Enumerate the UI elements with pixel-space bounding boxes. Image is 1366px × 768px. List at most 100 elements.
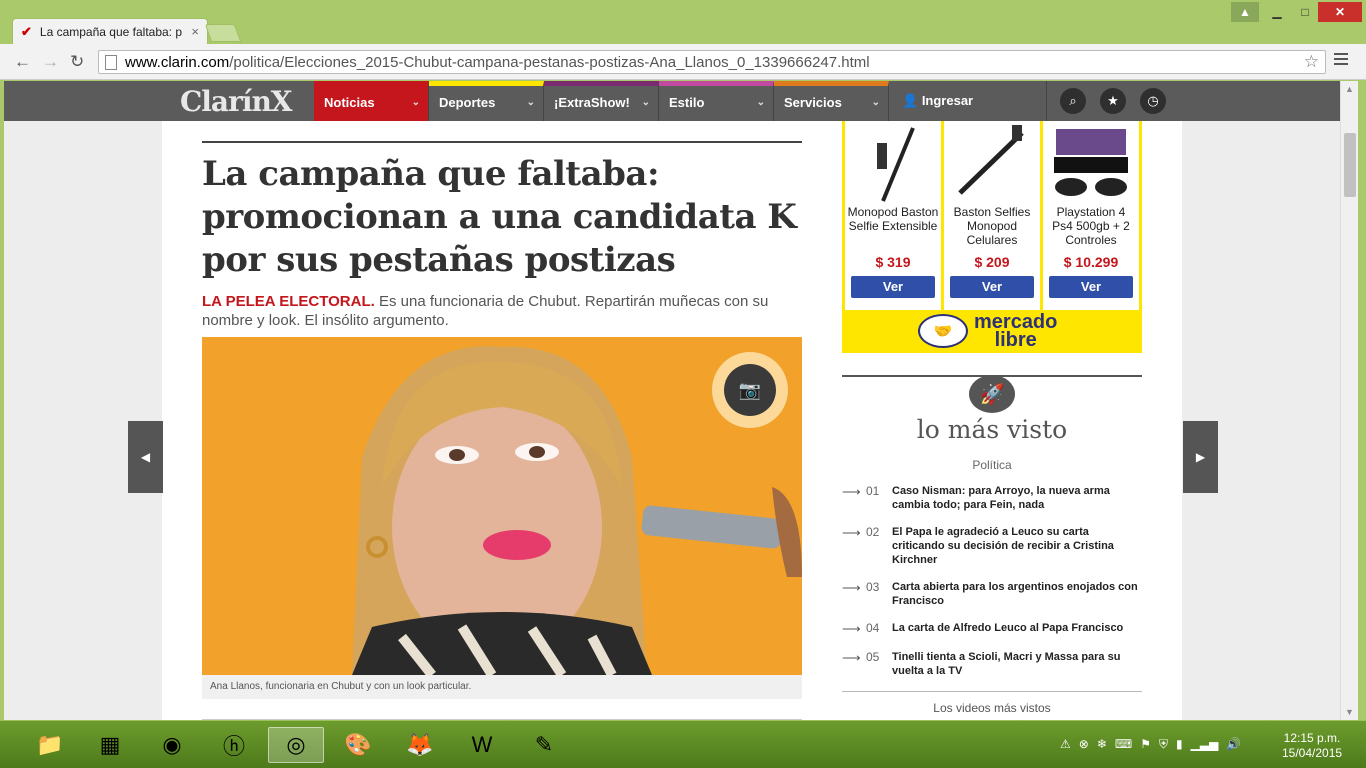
firefox-icon[interactable]: 🦊 (392, 727, 448, 763)
most-viewed-section[interactable]: Política (842, 458, 1142, 472)
ver-button[interactable]: Ver (950, 276, 1034, 298)
network-icon[interactable]: ⚠ (1060, 737, 1071, 752)
notepad-icon[interactable]: ✎ (516, 727, 572, 763)
item-number: 03 (866, 580, 880, 594)
new-tab-button[interactable] (204, 24, 242, 42)
media-player-icon[interactable]: ◉ (144, 727, 200, 763)
list-item[interactable]: ⟶ 05 Tinelli tienta a Scioli, Macri y Mass… (842, 650, 1142, 678)
vertical-scrollbar[interactable]: ▲ ▼ (1340, 81, 1358, 720)
chrome-icon[interactable]: ◎ (268, 727, 324, 763)
app-grid-icon[interactable]: ▦ (82, 727, 138, 763)
nav-estilo[interactable]: Estilo ⌄ (659, 81, 774, 121)
scroll-up-icon[interactable]: ▲ (1345, 84, 1354, 94)
chevron-down-icon: ⌄ (641, 97, 650, 108)
file-explorer-icon[interactable]: 📁 (22, 727, 78, 763)
nav-label: Servicios (784, 95, 842, 110)
search-icon[interactable]: ⌕ (1060, 88, 1086, 114)
chevron-right-icon: ▶ (1195, 450, 1206, 464)
article-photo[interactable]: 📷 (202, 337, 802, 675)
tab-title: La campaña que faltaba: p (39, 24, 183, 39)
url-path: /politica/Elecciones_2015-Chubut-campana… (229, 53, 870, 71)
item-title[interactable]: Carta abierta para los argentinos enojad… (892, 580, 1142, 608)
camera-button[interactable]: 📷 (712, 352, 788, 428)
ad-product[interactable]: Baston Selfies Monopod Celulares $ 209 V… (944, 121, 1040, 310)
scroll-thumb[interactable] (1344, 133, 1356, 197)
site-header: ClarínX Noticias ⌄ Deportes ⌄ ¡ExtraShow! ⌄… (4, 81, 1340, 121)
address-bar[interactable]: www.clarin.com/politica/Elecciones_2015-… (98, 50, 1326, 74)
nav-extrashow[interactable]: ¡ExtraShow! ⌄ (544, 81, 659, 121)
clarin-favicon-icon: ✔ (21, 23, 32, 39)
paint-icon[interactable]: 🎨 (330, 727, 386, 763)
article-kicker: LA PELEA ELECTORAL. (202, 293, 375, 310)
user-icon: 👤 (902, 93, 922, 108)
list-item[interactable]: ⟶ 02 El Papa le agradeció a Leuco su carta… (842, 525, 1142, 567)
star-icon[interactable]: ★ (1100, 88, 1126, 114)
videos-rule (842, 691, 1142, 692)
item-title[interactable]: El Papa le agradeció a Leuco su carta cr… (892, 525, 1142, 567)
chrome-menu-icon[interactable] (1334, 53, 1348, 68)
back-icon[interactable]: ← (14, 52, 31, 72)
taskbar-clock[interactable]: 12:15 p.m. 15/04/2015 (1282, 731, 1342, 761)
prev-article-arrow[interactable]: ◀ (128, 421, 163, 493)
handshake-icon: 🤝 (918, 314, 968, 348)
close-window-button[interactable]: ✕ (1318, 2, 1362, 22)
ver-button[interactable]: Ver (851, 276, 935, 298)
item-title[interactable]: Caso Nisman: para Arroyo, la nueva arma … (892, 484, 1142, 512)
browser-tab[interactable]: ✔ La campaña que faltaba: p × (12, 18, 208, 44)
minimize-button[interactable]: ▁ (1263, 2, 1291, 22)
article: La campaña que faltaba: promocionan a un… (202, 121, 802, 720)
browser-toolbar: ← → ↻ www.clarin.com/politica/Elecciones… (0, 44, 1366, 80)
list-item[interactable]: ⟶ 01 Caso Nisman: para Arroyo, la nueva ar… (842, 484, 1142, 512)
item-title[interactable]: La carta de Alfredo Leuco al Papa Franci… (892, 621, 1142, 637)
system-tray[interactable]: ⚠ ⊗ ❄ ⌨ ⚑ ⛨ ▮ ▁▃▅ 🔊 (1060, 737, 1241, 752)
battery-icon[interactable]: ▮ (1176, 737, 1183, 752)
most-viewed-videos-heading[interactable]: Los videos más vistos (842, 701, 1142, 715)
selfie-stick-icon (944, 121, 1040, 205)
mercadolibre-ad[interactable]: Monopod Baston Selfie Extensible $ 319 V… (842, 121, 1142, 353)
hp-icon[interactable]: ⓗ (206, 727, 262, 763)
bookmark-star-icon[interactable]: ☆ (1304, 52, 1319, 72)
clarin-logo[interactable]: ClarínX (180, 85, 293, 118)
forward-icon[interactable]: → (42, 52, 59, 72)
tab-close-icon[interactable]: × (191, 24, 199, 39)
item-title[interactable]: Tinelli tienta a Scioli, Macri y Massa p… (892, 650, 1142, 678)
most-viewed-title: lo más visto (916, 415, 1068, 444)
mercadolibre-wordmark: mercado libre (974, 311, 1058, 351)
title-bar: ✔ La campaña que faltaba: p × ▲ ▁ □ ✕ (0, 0, 1366, 44)
product-price: $ 319 (875, 254, 911, 270)
flag-icon[interactable]: ⚑ (1140, 737, 1151, 752)
antivirus-icon[interactable]: ⊗ (1079, 737, 1089, 752)
nav-label: Estilo (669, 95, 705, 110)
keyboard-icon[interactable]: ⌨ (1115, 737, 1132, 752)
product-price: $ 209 (974, 254, 1010, 270)
clock-date: 15/04/2015 (1282, 746, 1343, 760)
shield-icon[interactable]: ⛨ (1159, 737, 1168, 752)
signal-icon[interactable]: ▁▃▅ (1191, 737, 1219, 752)
snowflake-icon[interactable]: ❄ (1097, 737, 1107, 752)
nav-servicios[interactable]: Servicios ⌄ (774, 81, 889, 121)
scroll-down-icon[interactable]: ▼ (1345, 707, 1354, 717)
ver-button[interactable]: Ver (1049, 276, 1133, 298)
clock-icon[interactable]: ◷ (1140, 88, 1166, 114)
ad-product[interactable]: Playstation 4 Ps4 500gb + 2 Controles $ … (1043, 121, 1139, 310)
article-top-rule (202, 141, 802, 143)
mercadolibre-logo[interactable]: 🤝 mercado libre (918, 311, 1058, 351)
maximize-button[interactable]: □ (1291, 2, 1319, 22)
ad-product[interactable]: Monopod Baston Selfie Extensible $ 319 V… (845, 121, 941, 310)
nav-deportes[interactable]: Deportes ⌄ (429, 81, 544, 121)
list-item[interactable]: ⟶ 04 La carta de Alfredo Leuco al Papa Fra… (842, 621, 1142, 637)
list-item[interactable]: ⟶ 03 Carta abierta para los argentinos eno… (842, 580, 1142, 608)
chevron-down-icon: ⌄ (411, 97, 420, 108)
user-icon[interactable]: ▲ (1231, 2, 1259, 22)
photo-caption: Ana Llanos, funcionaria en Chubut y con … (202, 675, 802, 699)
next-article-arrow[interactable]: ▶ (1183, 421, 1218, 493)
word-icon[interactable]: W (454, 727, 510, 763)
volume-icon[interactable]: 🔊 (1226, 737, 1241, 752)
item-number: 01 (866, 484, 880, 498)
reload-icon[interactable]: ↻ (70, 52, 84, 72)
nav-noticias[interactable]: Noticias ⌄ (314, 81, 429, 121)
arrow-right-icon: ⟶ (842, 621, 861, 636)
login-link[interactable]: 👤 Ingresar (902, 93, 973, 109)
page-content: La campaña que faltaba: promocionan a un… (162, 121, 1182, 720)
clock-time: 12:15 p.m. (1283, 731, 1341, 745)
